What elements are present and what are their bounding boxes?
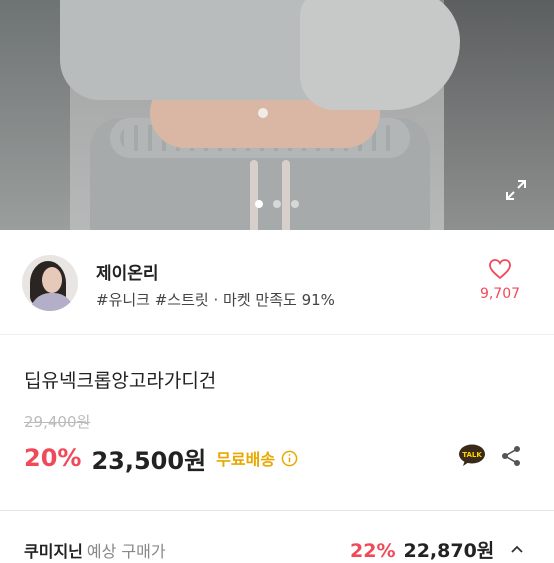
carousel-dot[interactable] (273, 200, 281, 208)
sale-price: 23,500원 (91, 446, 207, 475)
carousel-dot[interactable] (255, 200, 263, 208)
seller-info[interactable]: 제이온리 #유니크 #스트릿 · 마켓 만족도 91% 9,707 (0, 230, 554, 335)
discount-rate: 20% (24, 444, 82, 472)
coupon-price: 22% 22,870원 (350, 536, 494, 563)
share-icon[interactable] (500, 445, 522, 467)
price-row: 20% 23,500원 무료배송 (24, 442, 298, 475)
product-image-carousel[interactable] (0, 0, 554, 230)
free-shipping-badge: 무료배송 (216, 450, 276, 469)
seller-hashtags[interactable]: #유니크 #스트릿 (96, 291, 209, 309)
coupon-label: 쿠미지닌 (24, 542, 83, 561)
photo-sleeve (300, 0, 460, 110)
coupon-discount-rate: 22% (350, 540, 396, 562)
seller-tags: #유니크 #스트릿 · 마켓 만족도 91% (96, 289, 335, 310)
like-count: 9,707 (479, 286, 521, 302)
info-icon[interactable] (281, 450, 298, 467)
kakao-talk-icon[interactable]: TALK (458, 444, 486, 468)
coupon-amount: 22,870원 (403, 540, 495, 562)
section-divider (0, 510, 554, 511)
original-price: 29,400원 (24, 413, 91, 431)
product-title: 딥유넥크롭앙고라가디건 (24, 370, 217, 392)
photo-navel (258, 108, 268, 118)
expand-icon[interactable] (504, 178, 528, 202)
coupon-sub-label: 예상 구매가 (86, 542, 166, 561)
like-button[interactable]: 9,707 (470, 258, 530, 302)
avatar[interactable] (22, 255, 78, 311)
seller-name[interactable]: 제이온리 (96, 259, 159, 284)
heart-icon (489, 259, 511, 280)
market-satisfaction: · 마켓 만족도 91% (213, 291, 335, 309)
coupon-row[interactable]: 쿠미지닌 예상 구매가 (24, 538, 166, 562)
carousel-indicator (0, 193, 554, 212)
carousel-dot[interactable] (291, 200, 299, 208)
talk-label: TALK (462, 451, 482, 459)
